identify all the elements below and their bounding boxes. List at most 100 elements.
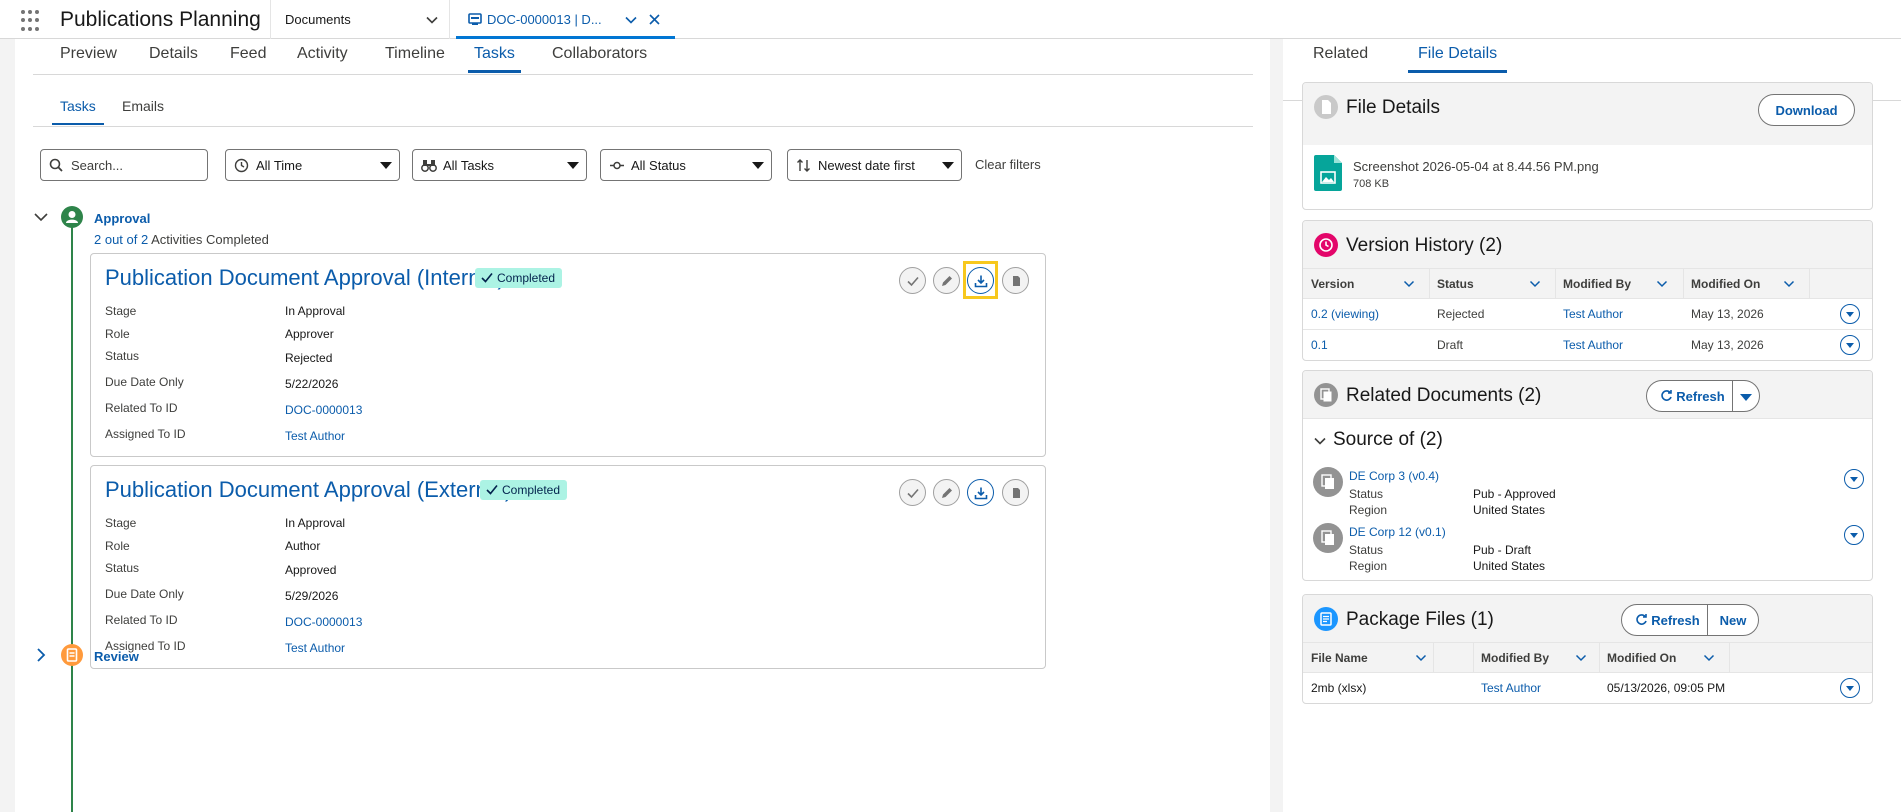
column-menu-chevron-icon[interactable] (1703, 652, 1715, 664)
sort-value: Newest date first (818, 158, 915, 173)
package-file-name: 2mb (xlsx) (1311, 681, 1367, 695)
document-icon (1313, 467, 1343, 497)
tab-details[interactable]: Details (149, 45, 198, 71)
row-actions-dropdown[interactable] (1840, 304, 1860, 324)
related-doc-region: United States (1473, 559, 1546, 573)
document-button[interactable] (1002, 479, 1029, 506)
related-doc-region-label: Region (1349, 559, 1388, 573)
column-divider (1433, 643, 1434, 673)
related-doc-link[interactable]: DE Corp 12 (v0.1) (1349, 525, 1446, 539)
task-title-link[interactable]: Publication Document Approval (Internal) (105, 265, 505, 291)
time-filter-select[interactable]: All Time (225, 149, 400, 181)
complete-task-button[interactable] (899, 267, 926, 294)
row-actions-dropdown[interactable] (1840, 678, 1860, 698)
field-value-role: Author (285, 539, 321, 553)
row-actions-dropdown[interactable] (1840, 335, 1860, 355)
field-value-status: Approved (285, 563, 337, 577)
field-label-due-date: Due Date Only (105, 587, 184, 601)
stage-approval-label[interactable]: Approval (94, 211, 150, 226)
complete-task-button[interactable] (899, 479, 926, 506)
download-file-button[interactable]: Download (1758, 94, 1855, 126)
sort-select[interactable]: Newest date first (787, 149, 962, 181)
related-doc-link[interactable]: DE Corp 3 (v0.4) (1349, 469, 1439, 483)
subtab-emails[interactable]: Emails (122, 98, 164, 114)
section-collapse-chevron-icon[interactable] (1313, 434, 1327, 448)
download-button[interactable] (967, 267, 994, 294)
column-menu-chevron-icon[interactable] (1783, 278, 1795, 290)
row-actions-dropdown[interactable] (1844, 525, 1864, 545)
subtab-tasks[interactable]: Tasks (52, 98, 104, 125)
tab-timeline[interactable]: Timeline (385, 45, 445, 71)
field-label-role: Role (105, 539, 130, 553)
task-card: Publication Document Approval (External)… (90, 465, 1046, 669)
field-value-related-to-link[interactable]: DOC-0000013 (285, 615, 362, 629)
related-doc-status-label: Status (1349, 543, 1384, 557)
modified-by-link[interactable]: Test Author (1563, 307, 1623, 321)
related-doc-region: United States (1473, 503, 1546, 517)
col-modified-by[interactable]: Modified By (1563, 277, 1631, 291)
file-details-title: File Details (1346, 97, 1440, 118)
modified-by-link[interactable]: Test Author (1563, 338, 1623, 352)
field-value-status: Rejected (285, 351, 333, 365)
tasks-filter-value: All Tasks (443, 158, 495, 173)
column-menu-chevron-icon[interactable] (1529, 278, 1541, 290)
col-modified-by[interactable]: Modified By (1481, 651, 1549, 665)
tab-menu-chevron-icon[interactable] (624, 13, 638, 27)
chevron-down-icon[interactable] (425, 13, 439, 27)
field-value-related-to-link[interactable]: DOC-0000013 (285, 403, 362, 417)
column-menu-chevron-icon[interactable] (1575, 652, 1587, 664)
caret-down-icon (1740, 394, 1752, 401)
close-tab-icon[interactable] (648, 13, 661, 26)
field-label-status: Status (105, 561, 140, 575)
task-title-link[interactable]: Publication Document Approval (External) (105, 477, 512, 503)
clear-filters-link[interactable]: Clear filters (975, 157, 1041, 172)
tab-tasks[interactable]: Tasks (468, 45, 521, 73)
app-launcher-icon[interactable] (21, 10, 43, 32)
status-filter-select[interactable]: All Status (600, 149, 772, 181)
row-actions-dropdown[interactable] (1844, 469, 1864, 489)
expand-stage-chevron-icon[interactable] (33, 647, 49, 663)
stage-review-label[interactable]: Review (94, 649, 139, 664)
status-badge: Completed (475, 268, 563, 288)
collapse-stage-chevron-icon[interactable] (33, 209, 49, 225)
edit-task-button[interactable] (933, 479, 960, 506)
version-link[interactable]: 0.2 (viewing) (1311, 307, 1379, 321)
modified-by-link[interactable]: Test Author (1481, 681, 1541, 695)
tab-file-details[interactable]: File Details (1408, 45, 1508, 73)
task-search-input[interactable] (40, 149, 208, 181)
document-button[interactable] (1002, 267, 1029, 294)
tab-preview[interactable]: Preview (60, 45, 117, 71)
tasks-filter-select[interactable]: All Tasks (412, 149, 587, 181)
field-value-assigned-to-link[interactable]: Test Author (285, 429, 345, 443)
status-badge-label: Completed (502, 483, 561, 497)
col-status[interactable]: Status (1437, 277, 1474, 291)
table-header (1303, 643, 1872, 673)
field-value-stage: In Approval (285, 516, 346, 530)
file-name: Screenshot 2026-05-04 at 8.44.56 PM.png (1353, 159, 1599, 174)
edit-task-button[interactable] (933, 267, 960, 294)
column-divider (1683, 269, 1684, 299)
column-menu-chevron-icon[interactable] (1403, 278, 1415, 290)
tab-activity[interactable]: Activity (297, 45, 348, 71)
field-value-assigned-to-link[interactable]: Test Author (285, 641, 345, 655)
new-button[interactable]: New (1707, 604, 1759, 636)
download-button[interactable] (967, 479, 994, 506)
version-history-title: Version History (2) (1346, 235, 1503, 256)
workspace-tab-document[interactable]: DOC-0000013 | D... (456, 0, 675, 39)
col-version[interactable]: Version (1311, 277, 1354, 291)
column-menu-chevron-icon[interactable] (1415, 652, 1427, 664)
tab-related[interactable]: Related (1313, 45, 1368, 63)
clock-icon (234, 158, 249, 173)
tab-collaborators[interactable]: Collaborators (552, 45, 647, 71)
col-file-name[interactable]: File Name (1311, 651, 1368, 665)
progress-count: 2 out of 2 (94, 232, 149, 247)
version-link[interactable]: 0.1 (1311, 338, 1328, 352)
col-modified-on[interactable]: Modified On (1691, 277, 1760, 291)
field-value-due-date: 5/22/2026 (285, 377, 339, 391)
column-menu-chevron-icon[interactable] (1656, 278, 1668, 290)
modified-on: May 13, 2026 (1691, 307, 1764, 321)
file-icon (1314, 95, 1338, 119)
tab-feed[interactable]: Feed (230, 45, 266, 71)
object-nav-select[interactable]: Documents (270, 0, 450, 39)
col-modified-on[interactable]: Modified On (1607, 651, 1676, 665)
